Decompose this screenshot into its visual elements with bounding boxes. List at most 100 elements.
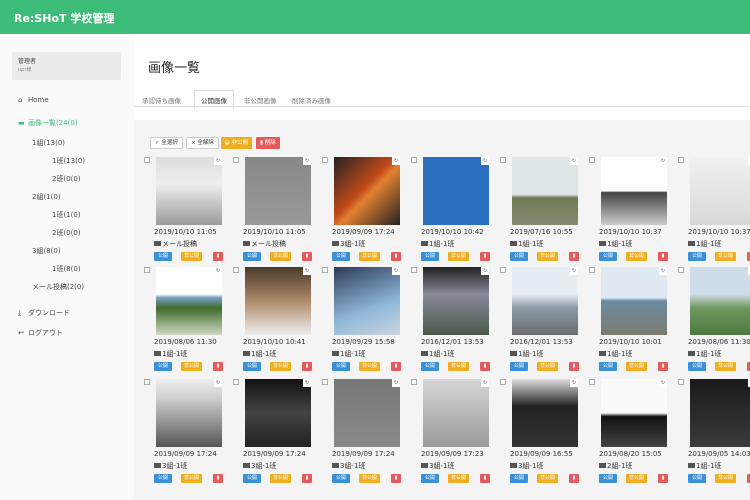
rotate-icon[interactable]: ↻	[392, 267, 400, 275]
private-button[interactable]: 非公開	[537, 252, 558, 261]
private-button[interactable]: 非公開	[626, 362, 647, 371]
app-brand[interactable]: Re:SHoT 学校管理	[14, 10, 114, 26]
image-thumbnail[interactable]: ↻	[601, 267, 667, 335]
image-thumbnail[interactable]: ↻	[245, 157, 311, 225]
delete-button[interactable]: ▮	[302, 252, 312, 261]
delete-button[interactable]: ▮	[213, 474, 223, 483]
select-checkbox[interactable]	[500, 267, 506, 273]
delete-button[interactable]: ▮	[302, 362, 312, 371]
rotate-icon[interactable]: ↻	[303, 379, 311, 387]
delete-button[interactable]: ▮	[569, 362, 579, 371]
image-thumbnail[interactable]: ↻	[512, 157, 578, 225]
rotate-icon[interactable]: ↻	[570, 157, 578, 165]
tab-private[interactable]: 非公開画像	[244, 95, 277, 105]
private-button[interactable]: 非公開	[270, 362, 291, 371]
deselect-all-button[interactable]: × 全解除	[186, 137, 219, 149]
select-checkbox[interactable]	[322, 157, 328, 163]
public-button[interactable]: 公開	[510, 252, 528, 261]
public-button[interactable]: 公開	[510, 474, 528, 483]
public-button[interactable]: 公開	[421, 362, 439, 371]
sidebar-item-class-1[interactable]: 1組(13(0)	[32, 138, 65, 148]
rotate-icon[interactable]: ↻	[481, 267, 489, 275]
sidebar-item-download[interactable]: ⤓ ダウンロード	[18, 308, 70, 318]
private-button[interactable]: 非公開	[715, 362, 736, 371]
sidebar-item-logout[interactable]: ↩ ログアウト	[18, 328, 63, 338]
image-thumbnail[interactable]: ↻	[423, 157, 489, 225]
rotate-icon[interactable]: ↻	[214, 379, 222, 387]
image-thumbnail[interactable]: ↻	[601, 157, 667, 225]
select-checkbox[interactable]	[678, 379, 684, 385]
sidebar-item-class-1-group-1[interactable]: 1班(13(0)	[52, 156, 85, 166]
rotate-icon[interactable]: ↻	[570, 267, 578, 275]
private-button[interactable]: 非公開	[448, 474, 469, 483]
image-thumbnail[interactable]: ↻	[245, 379, 311, 447]
rotate-icon[interactable]: ↻	[214, 267, 222, 275]
image-thumbnail[interactable]: ↻	[512, 267, 578, 335]
public-button[interactable]: 公開	[688, 252, 706, 261]
image-thumbnail[interactable]: ↻	[690, 157, 750, 225]
delete-button[interactable]: ▮	[302, 474, 312, 483]
rotate-icon[interactable]: ↻	[303, 157, 311, 165]
sidebar-item-class-2-group-2[interactable]: 2班(0(0)	[52, 228, 81, 238]
select-checkbox[interactable]	[678, 267, 684, 273]
image-thumbnail[interactable]: ↻	[690, 267, 750, 335]
delete-button[interactable]: ▮	[480, 474, 490, 483]
rotate-icon[interactable]: ↻	[392, 157, 400, 165]
public-button[interactable]: 公開	[154, 474, 172, 483]
select-checkbox[interactable]	[500, 379, 506, 385]
select-checkbox[interactable]	[500, 157, 506, 163]
rotate-icon[interactable]: ↻	[392, 379, 400, 387]
tab-pending[interactable]: 承認待ち画像	[142, 95, 181, 105]
select-checkbox[interactable]	[233, 379, 239, 385]
image-thumbnail[interactable]: ↻	[601, 379, 667, 447]
sidebar-item-class-2[interactable]: 2組(1(0)	[32, 192, 61, 202]
rotate-icon[interactable]: ↻	[570, 379, 578, 387]
public-button[interactable]: 公開	[688, 474, 706, 483]
private-button[interactable]: 非公開	[181, 474, 202, 483]
select-checkbox[interactable]	[589, 267, 595, 273]
public-button[interactable]: 公開	[599, 252, 617, 261]
image-thumbnail[interactable]: ↻	[423, 379, 489, 447]
tab-public[interactable]: 公開画像	[194, 90, 234, 110]
delete-button[interactable]: ▮	[658, 474, 668, 483]
private-button[interactable]: 非公開	[715, 252, 736, 261]
image-thumbnail[interactable]: ↻	[334, 267, 400, 335]
select-checkbox[interactable]	[589, 157, 595, 163]
rotate-icon[interactable]: ↻	[481, 379, 489, 387]
select-all-button[interactable]: ✓ 全選択	[150, 137, 183, 149]
private-button[interactable]: 非公開	[715, 474, 736, 483]
public-button[interactable]: 公開	[243, 252, 261, 261]
public-button[interactable]: 公開	[243, 362, 261, 371]
public-button[interactable]: 公開	[510, 362, 528, 371]
sidebar-item-class-3-group-1[interactable]: 1班(8(0)	[52, 264, 81, 274]
delete-button[interactable]: ▮	[569, 252, 579, 261]
public-button[interactable]: 公開	[154, 252, 172, 261]
private-button[interactable]: 非公開	[537, 362, 558, 371]
private-button[interactable]: 非公開	[359, 362, 380, 371]
bulk-delete-button[interactable]: ▮ 削除	[256, 137, 280, 149]
sidebar-item-image-list[interactable]: ▬ 画像一覧(24(0)	[18, 118, 78, 128]
rotate-icon[interactable]: ↻	[659, 267, 667, 275]
select-checkbox[interactable]	[411, 267, 417, 273]
delete-button[interactable]: ▮	[391, 252, 401, 261]
private-button[interactable]: 非公開	[448, 252, 469, 261]
rotate-icon[interactable]: ↻	[659, 379, 667, 387]
sidebar-item-class-3[interactable]: 3組(8(0)	[32, 246, 61, 256]
public-button[interactable]: 公開	[332, 362, 350, 371]
public-button[interactable]: 公開	[599, 362, 617, 371]
image-thumbnail[interactable]: ↻	[245, 267, 311, 335]
select-checkbox[interactable]	[411, 379, 417, 385]
tab-deleted[interactable]: 削除済み画像	[292, 95, 331, 105]
image-thumbnail[interactable]: ↻	[156, 267, 222, 335]
image-thumbnail[interactable]: ↻	[334, 379, 400, 447]
select-checkbox[interactable]	[678, 157, 684, 163]
select-checkbox[interactable]	[144, 157, 150, 163]
private-button[interactable]: 非公開	[626, 252, 647, 261]
delete-button[interactable]: ▮	[480, 362, 490, 371]
private-button[interactable]: 非公開	[537, 474, 558, 483]
rotate-icon[interactable]: ↻	[303, 267, 311, 275]
image-thumbnail[interactable]: ↻	[690, 379, 750, 447]
delete-button[interactable]: ▮	[213, 362, 223, 371]
select-checkbox[interactable]	[144, 379, 150, 385]
private-button[interactable]: 非公開	[181, 252, 202, 261]
